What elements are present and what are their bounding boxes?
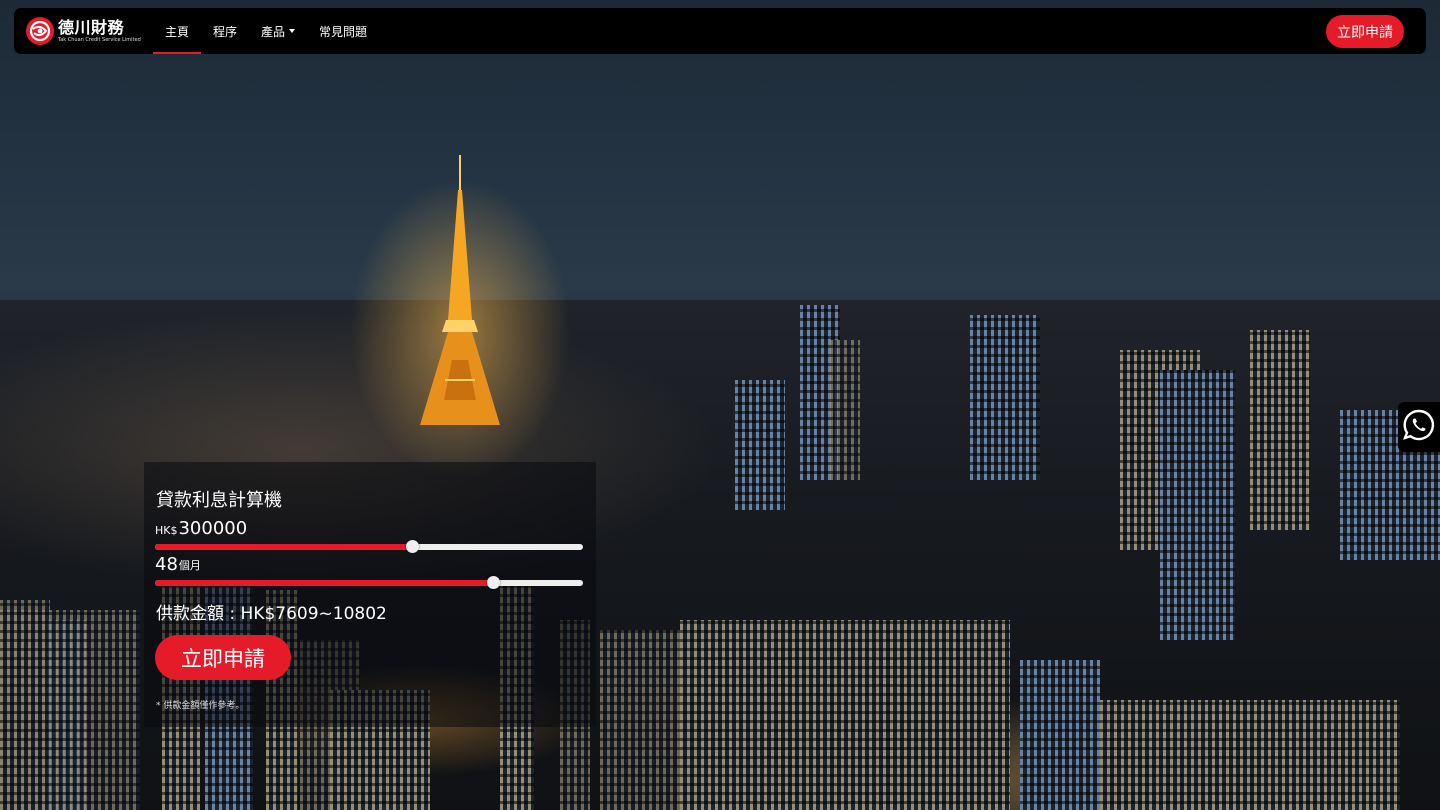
slider-thumb[interactable] bbox=[405, 540, 419, 553]
loan-calculator: 貸款利息計算機 HK$ 300000 48 個月 供款金額 : HK$7609~… bbox=[144, 462, 596, 727]
loan-amount-value: 300000 bbox=[178, 518, 248, 539]
nav-item-products[interactable]: 產品 bbox=[249, 8, 307, 54]
nav-menu: 主頁 程序 產品 常見問題 bbox=[153, 8, 379, 54]
apply-now-button[interactable]: 立即申請 bbox=[155, 635, 291, 680]
tenor-display: 48 個月 bbox=[155, 554, 201, 575]
nav-item-procedure[interactable]: 程序 bbox=[201, 8, 249, 54]
tenor-slider[interactable] bbox=[155, 575, 583, 589]
loan-amount-display: HK$ 300000 bbox=[155, 518, 247, 539]
caret-down-icon bbox=[289, 29, 296, 33]
slider-fill bbox=[155, 544, 412, 550]
whatsapp-button[interactable] bbox=[1398, 402, 1440, 452]
whatsapp-icon bbox=[1402, 408, 1436, 446]
nav-item-faq[interactable]: 常見問題 bbox=[307, 8, 379, 54]
nav-item-label: 程序 bbox=[213, 24, 238, 39]
disclaimer-note: * 供款金額僅作參考。 bbox=[156, 701, 245, 711]
nav-item-label: 常見問題 bbox=[319, 24, 368, 39]
currency-label: HK$ bbox=[155, 524, 178, 537]
brand-logo[interactable]: 德川財務 Tak Chuan Credit Service Limited bbox=[26, 14, 156, 48]
slider-thumb[interactable] bbox=[487, 576, 501, 589]
loan-amount-slider[interactable] bbox=[155, 539, 583, 553]
brand-name-en: Tak Chuan Credit Service Limited bbox=[58, 36, 141, 43]
tenor-value: 48 bbox=[155, 554, 178, 575]
brand-name-cn: 德川財務 bbox=[58, 17, 125, 37]
nav-item-home[interactable]: 主頁 bbox=[153, 8, 202, 54]
top-navbar: 德川財務 Tak Chuan Credit Service Limited 主頁… bbox=[14, 8, 1426, 54]
slider-fill bbox=[155, 580, 494, 586]
monthly-payment-text: 供款金額 : HK$7609~10802 bbox=[156, 604, 387, 624]
nav-item-label: 產品 bbox=[261, 24, 286, 39]
tenor-unit: 個月 bbox=[178, 559, 201, 572]
calculator-title: 貸款利息計算機 bbox=[156, 490, 282, 511]
nav-item-label: 主頁 bbox=[165, 24, 190, 39]
logo-mark-icon bbox=[26, 17, 54, 45]
nav-apply-button[interactable]: 立即申請 bbox=[1326, 15, 1404, 48]
